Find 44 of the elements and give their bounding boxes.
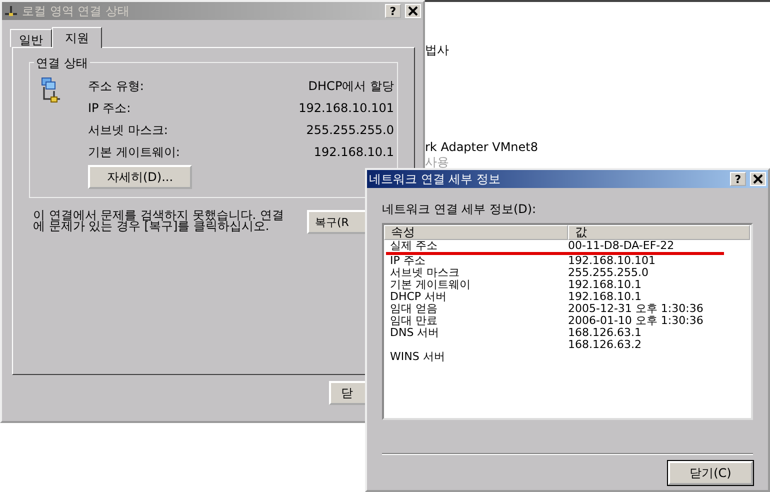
column-header[interactable]: 속성 <box>384 225 568 240</box>
tab[interactable]: 지원 <box>52 27 102 48</box>
field-label: 주소 유형: <box>88 78 144 94</box>
list-text: rk Adapter VMnet8 <box>425 140 538 154</box>
value-cell: 192.168.10.1 <box>568 291 642 303</box>
close-button[interactable]: 닫기(C) <box>668 461 753 485</box>
value-cell: 168.126.63.2 <box>568 339 642 351</box>
value-cell: 2006-01-10 오후 1:30:36 <box>568 315 704 327</box>
network-icon <box>4 5 18 17</box>
group-title: 연결 상태 <box>34 55 90 72</box>
value-cell: 00-11-D8-DA-EF-22 <box>568 240 674 252</box>
help-button[interactable]: ? <box>385 4 401 18</box>
property-cell: DHCP 서버 <box>390 290 447 303</box>
property-cell: 기본 게이트웨이 <box>390 278 470 291</box>
value-cell: 192.168.10.101 <box>568 255 656 267</box>
close-icon[interactable] <box>405 4 421 18</box>
value-cell: 168.126.63.1 <box>568 327 642 339</box>
column-header[interactable]: 값 <box>568 225 750 240</box>
field-value: 255.255.255.0 <box>306 123 394 137</box>
property-cell: 임대 얻음 <box>390 302 438 315</box>
close-icon[interactable] <box>750 172 766 186</box>
value-cell: 255.255.255.0 <box>568 267 648 279</box>
window-title: 네트워크 연결 세부 정보 <box>369 170 502 188</box>
tab[interactable]: 일반 <box>10 29 52 47</box>
field-label: 서브넷 마스크: <box>88 122 168 138</box>
field-label: IP 주소: <box>88 100 131 116</box>
field-value: DHCP에서 할당 <box>308 78 394 94</box>
field-value: 192.168.10.1 <box>314 145 394 159</box>
field-value: 192.168.10.101 <box>298 101 394 115</box>
list-text: 법사 <box>425 42 449 59</box>
property-cell: WINS 서버 <box>390 350 445 363</box>
value-cell: 192.168.10.1 <box>568 279 642 291</box>
property-cell: 실제 주소 <box>390 239 438 252</box>
status-message: 이 연결에서 문제를 검색하지 못했습니다. 연결에 문제가 있는 경우 [복구]를 클릭하십시오. <box>33 210 285 232</box>
window-title: 로컬 영역 연결 상태 <box>22 2 130 20</box>
details-button[interactable]: 자세히(D)... <box>88 165 192 189</box>
property-cell: IP 주소 <box>390 254 426 267</box>
list-text: 사용 <box>425 154 449 171</box>
field-label: 기본 게이트웨이: <box>88 144 180 160</box>
property-cell: DNS 서버 <box>390 326 440 339</box>
value-cell: 2005-12-31 오후 1:30:36 <box>568 303 704 315</box>
help-button[interactable]: ? <box>730 172 746 186</box>
property-cell: 임대 만료 <box>390 314 438 327</box>
property-cell: 서브넷 마스크 <box>390 266 460 279</box>
